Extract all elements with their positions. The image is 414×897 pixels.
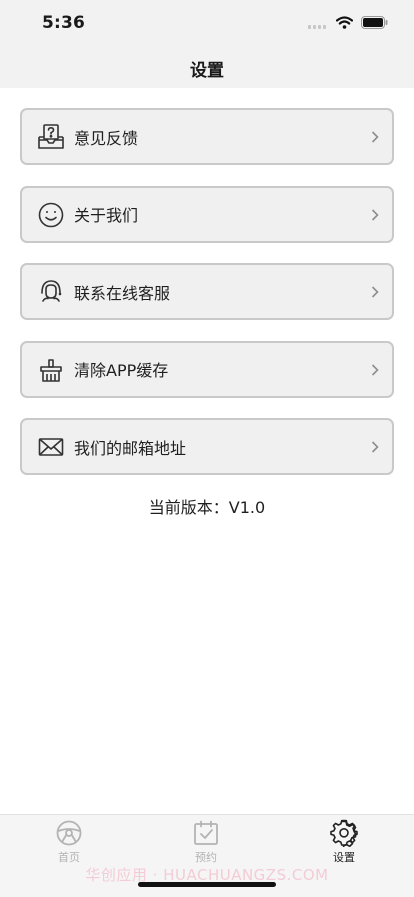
status-indicators: [308, 14, 388, 33]
smiley-icon: [37, 201, 65, 229]
clear-cache-row[interactable]: 清除APP缓存: [20, 340, 394, 398]
about-us-label: 关于我们: [74, 206, 139, 225]
feedback-label: 意见反馈: [74, 128, 139, 148]
tab-settings-label: 设置: [333, 851, 355, 864]
signal-icon: [308, 14, 328, 33]
steering-wheel-icon: [29, 819, 109, 847]
gear-icon: [304, 819, 384, 847]
calendar-check-icon: [166, 819, 246, 847]
tab-home[interactable]: 首页: [29, 819, 109, 865]
mail-icon: [37, 433, 65, 461]
wifi-icon: [335, 14, 354, 33]
customer-service-icon: [37, 278, 65, 306]
clear-cache-label: 清除APP缓存: [74, 361, 169, 380]
chevron-right-icon: [370, 439, 380, 453]
tab-booking-label: 预约: [195, 851, 217, 864]
version-text: 当前版本：V1.0: [148, 498, 266, 517]
tab-booking[interactable]: 预约: [166, 819, 246, 865]
customer-service-row[interactable]: 联系在线客服: [20, 263, 394, 320]
nav-bar: 设置: [0, 46, 414, 88]
clear-cache-icon: [37, 356, 65, 384]
settings-list: 意见反馈 关于我们 联系在线客服 清除APP缓存 我们的邮箱地址: [20, 108, 394, 496]
chevron-right-icon: [370, 207, 380, 221]
about-us-row[interactable]: 关于我们: [20, 185, 394, 243]
customer-service-label: 联系在线客服: [74, 283, 171, 303]
status-time: 5:36: [42, 13, 86, 33]
email-label: 我们的邮箱地址: [74, 438, 187, 458]
chevron-right-icon: [370, 129, 380, 143]
tab-settings[interactable]: 设置: [304, 819, 384, 865]
battery-icon: [361, 14, 388, 33]
tab-home-label: 首页: [58, 851, 80, 864]
status-bar: 5:36: [0, 0, 414, 46]
chevron-right-icon: [370, 362, 380, 376]
email-row[interactable]: 我们的邮箱地址: [20, 418, 394, 475]
page-title: 设置: [190, 61, 224, 81]
home-indicator: [138, 882, 276, 887]
feedback-row[interactable]: 意见反馈: [20, 108, 394, 165]
chevron-right-icon: [370, 284, 380, 298]
feedback-icon: [37, 123, 65, 151]
